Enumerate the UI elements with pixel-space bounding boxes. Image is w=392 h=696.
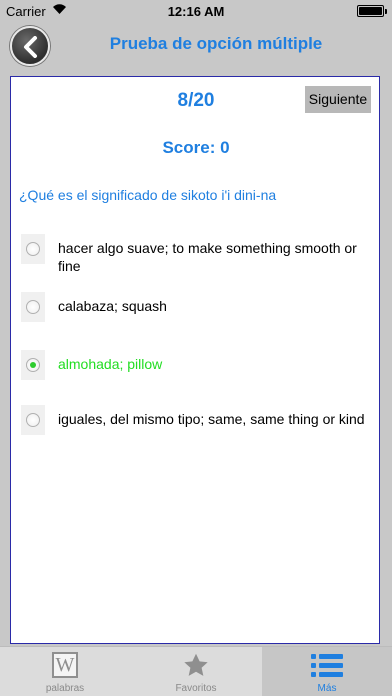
star-icon	[184, 653, 208, 676]
radio-button[interactable]	[26, 242, 40, 256]
radio-button[interactable]	[26, 413, 40, 427]
clock: 12:16 AM	[167, 4, 225, 19]
back-button[interactable]	[10, 26, 50, 66]
answer-label-correct: almohada; pillow	[58, 356, 163, 372]
answer-label: iguales, del mismo tipo; same, same thin…	[58, 411, 365, 427]
radio-button[interactable]	[26, 300, 40, 314]
chevron-left-icon	[24, 36, 37, 58]
radio-button-selected[interactable]	[26, 358, 40, 372]
question-text: ¿Qué es el significado de sikoto i'i din…	[19, 187, 277, 203]
w-tile-icon: W	[52, 652, 78, 678]
next-button[interactable]: Siguiente	[305, 86, 371, 113]
tab-mas[interactable]: Más	[262, 647, 392, 696]
status-bar: Carrier 12:16 AM	[0, 0, 392, 22]
answer-label: calabaza; squash	[58, 298, 167, 314]
tab-label: palabras	[45, 683, 85, 694]
score-label: Score: 0	[162, 138, 230, 157]
tab-label: Favoritos	[175, 683, 217, 694]
page-title: Prueba de opción múltiple	[109, 34, 323, 53]
tab-label: Más	[317, 683, 337, 694]
nav-bar: Prueba de opción múltiple	[0, 22, 392, 70]
list-icon	[311, 654, 343, 677]
tab-bar: W palabras Favoritos Más	[0, 646, 392, 696]
tab-palabras[interactable]: W palabras	[0, 647, 130, 696]
answer-label: hacer algo suave; to make something smoo…	[58, 240, 357, 274]
quiz-card: 8/20 Siguiente Score: 0 ¿Qué es el signi…	[10, 76, 380, 644]
tab-favoritos[interactable]: Favoritos	[131, 647, 261, 696]
battery-icon	[357, 5, 387, 17]
